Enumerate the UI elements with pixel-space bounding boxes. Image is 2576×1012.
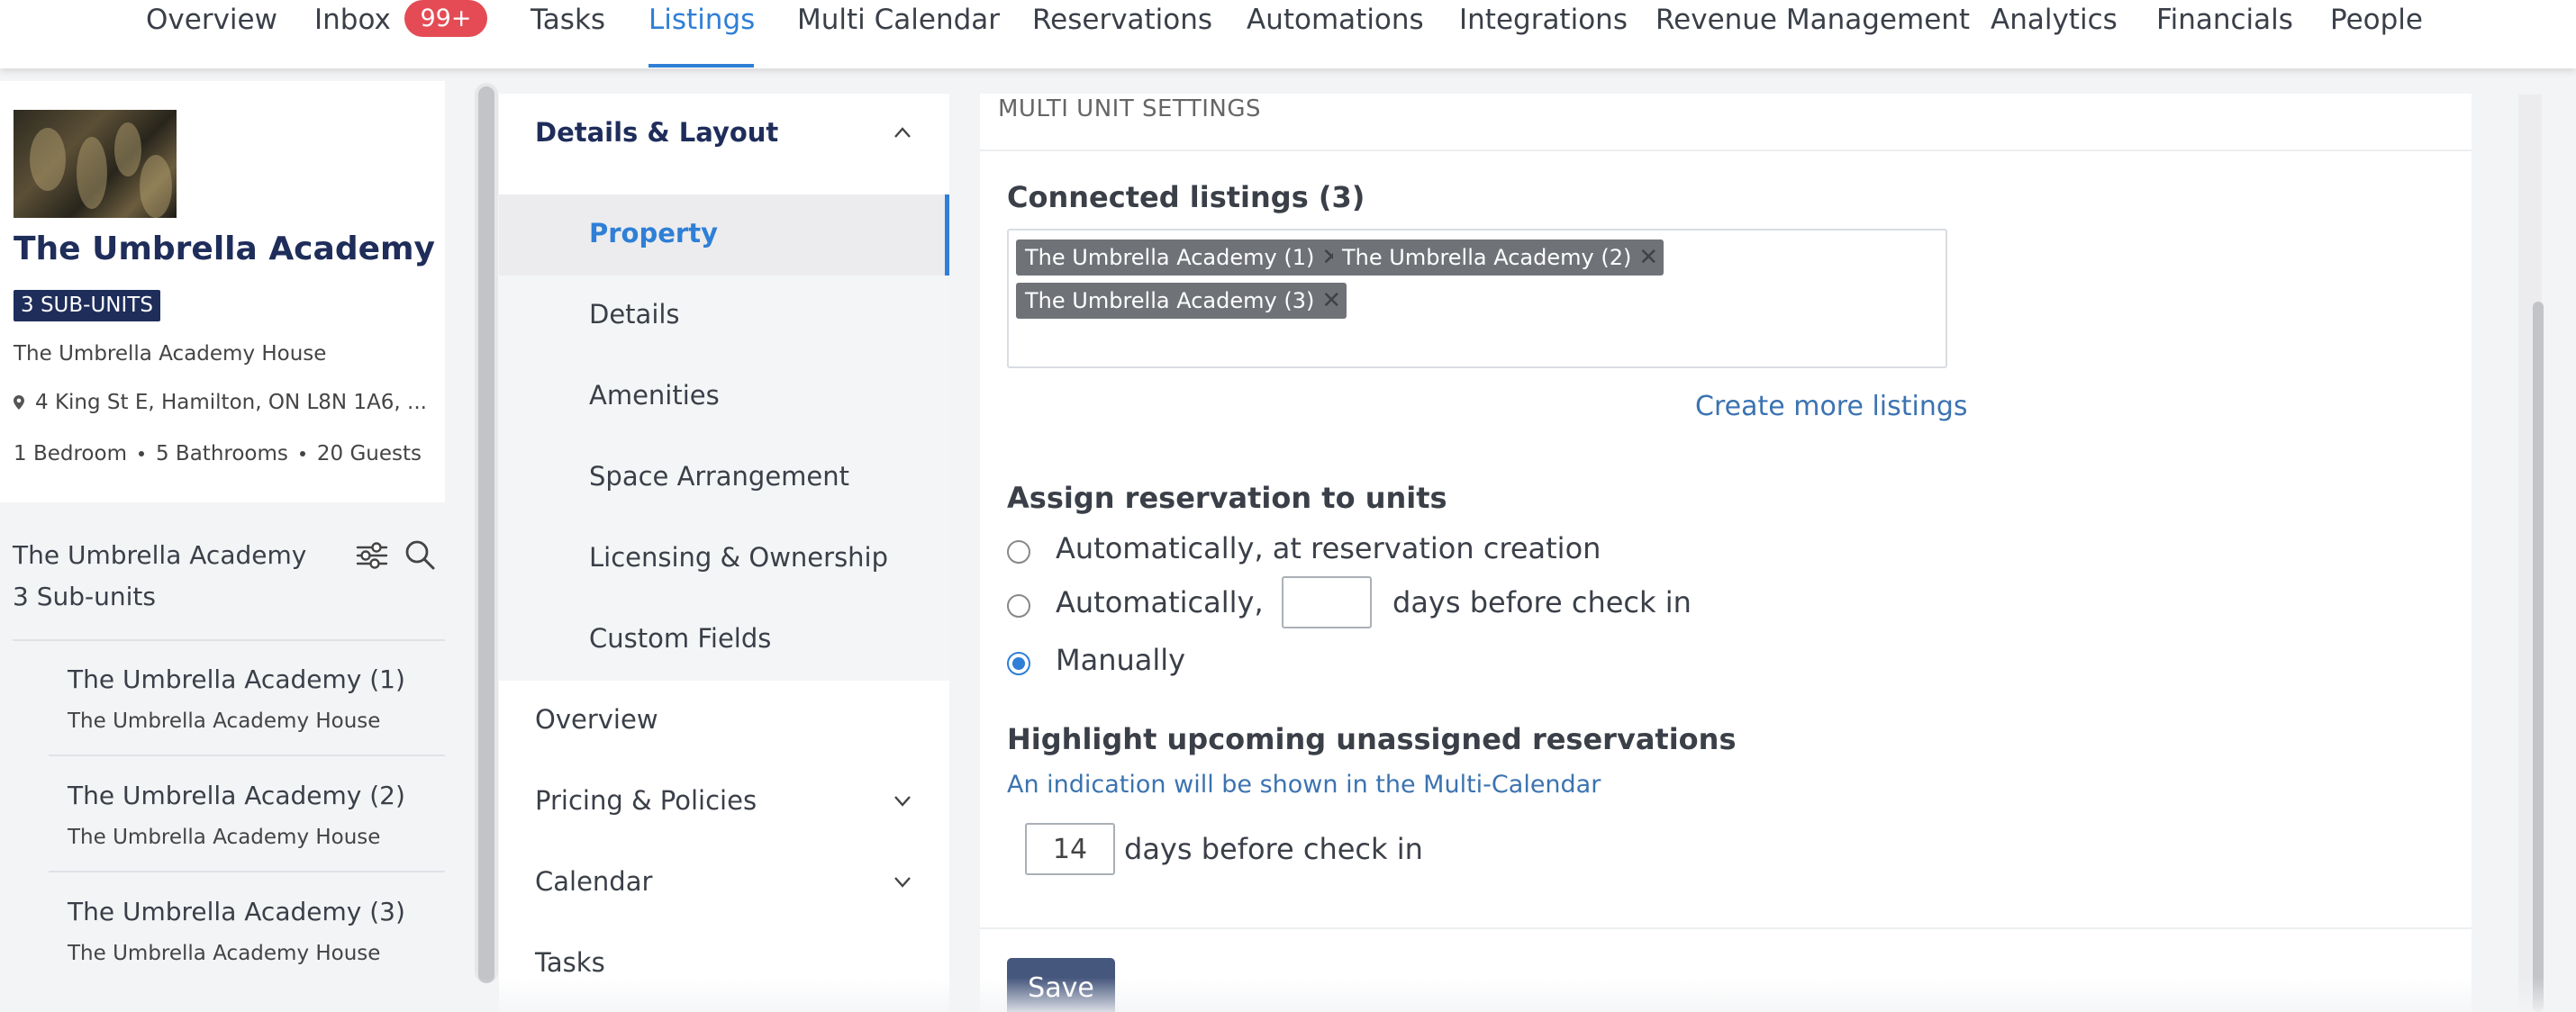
subunit-title: The Umbrella Academy (3) (68, 897, 405, 926)
settings-item-licensing-ownership[interactable]: Licensing & Ownership (499, 519, 949, 600)
radio-auto-creation[interactable] (1007, 540, 1030, 564)
listing-title: The Umbrella Academy (14, 230, 435, 267)
nav-tasks[interactable]: Tasks (531, 0, 605, 67)
settings-item-custom-fields[interactable]: Custom Fields (499, 600, 949, 681)
connected-listings-tag-input[interactable]: The Umbrella Academy (1) ✕ The Umbrella A… (1007, 229, 1947, 368)
connected-listings-heading: Connected listings (3) (1007, 180, 1365, 214)
chevron-down-icon (894, 796, 911, 807)
settings-item-property[interactable]: Property (499, 194, 949, 276)
remove-tag-icon[interactable]: ✕ (1638, 239, 1658, 276)
listing-tag: The Umbrella Academy (2) ✕ (1333, 239, 1664, 276)
highlight-days-input[interactable] (1025, 823, 1115, 875)
subunit-subtitle: The Umbrella Academy House (68, 942, 381, 965)
subunits-parent-name: The Umbrella Academy (13, 540, 307, 570)
settings-item-calendar[interactable]: Calendar (499, 843, 949, 924)
listing-tag: The Umbrella Academy (3) ✕ (1016, 283, 1347, 319)
listing-summary-card: The Umbrella Academy 3 SUB-UNITS The Umb… (0, 81, 445, 502)
listing-address: 4 King St E, Hamilton, ON L8N 1A6, ... (14, 391, 427, 414)
nav-automations[interactable]: Automations (1247, 0, 1424, 67)
subunit-item[interactable]: The Umbrella Academy (3) The Umbrella Ac… (49, 873, 445, 989)
chevron-up-icon (894, 127, 911, 138)
filter-sliders-icon[interactable] (356, 540, 388, 571)
nav-group-details-layout[interactable]: Details & Layout (499, 94, 949, 175)
highlight-heading: Highlight upcoming unassigned reservatio… (1007, 722, 1737, 756)
chevron-down-icon (894, 877, 911, 888)
settings-item-pricing-policies[interactable]: Pricing & Policies (499, 762, 949, 843)
settings-item-amenities[interactable]: Amenities (499, 357, 949, 438)
location-pin-icon (14, 395, 24, 410)
settings-item-overview[interactable]: Overview (499, 681, 949, 762)
subunits-header: The Umbrella Academy 3 Sub-units (0, 531, 445, 639)
section-title: MULTI UNIT SETTINGS (998, 95, 1261, 122)
top-navigation: Overview Inbox 99+ Tasks Listings Multi … (0, 0, 2576, 68)
active-item-indicator (945, 194, 949, 276)
radio-manual[interactable] (1007, 652, 1030, 675)
right-scrollbar-thumb[interactable] (2533, 302, 2544, 1012)
settings-item-details[interactable]: Details (499, 276, 949, 357)
listing-house-name: The Umbrella Academy House (14, 342, 327, 366)
listing-stats: 1 Bedroom 5 Bathrooms 20 Guests (14, 442, 422, 465)
listing-tag: The Umbrella Academy (1) ✕ (1016, 239, 1347, 276)
nav-listings[interactable]: Listings (649, 0, 755, 67)
subunits-count: 3 Sub-units (13, 582, 156, 611)
nav-group-label: Details & Layout (535, 117, 779, 148)
subunit-title: The Umbrella Academy (1) (68, 664, 405, 694)
nav-financials[interactable]: Financials (2156, 0, 2293, 67)
listing-thumbnail (14, 110, 177, 218)
nav-revenue-management[interactable]: Revenue Management (1655, 0, 1970, 67)
radio-auto-days[interactable] (1007, 594, 1030, 618)
left-scrollbar-thumb[interactable] (478, 86, 494, 983)
subunit-item[interactable]: The Umbrella Academy (2) The Umbrella Ac… (49, 757, 445, 872)
highlight-days-suffix: days before check in (1124, 832, 1423, 866)
bedrooms-count: 1 Bedroom (14, 442, 127, 465)
assign-reservation-heading: Assign reservation to units (1007, 481, 1447, 515)
nav-analytics[interactable]: Analytics (1991, 0, 2118, 67)
auto-days-input[interactable] (1282, 576, 1372, 628)
address-text: 4 King St E, Hamilton, ON L8N 1A6, ... (35, 391, 427, 414)
nav-integrations[interactable]: Integrations (1459, 0, 1628, 67)
create-more-listings-link[interactable]: Create more listings (1695, 391, 1968, 422)
multi-unit-settings-panel: MULTI UNIT SETTINGS Connected listings (… (980, 94, 2472, 1012)
settings-item-tasks[interactable]: Tasks (499, 924, 949, 1005)
nav-people[interactable]: People (2330, 0, 2423, 67)
subunit-item[interactable]: The Umbrella Academy (1) The Umbrella Ac… (49, 641, 445, 756)
inbox-count-badge: 99+ (404, 0, 487, 37)
settings-item-space-arrangement[interactable]: Space Arrangement (499, 438, 949, 519)
nav-active-indicator (649, 64, 754, 68)
bathrooms-count: 5 Bathrooms (155, 442, 288, 465)
highlight-hint: An indication will be shown in the Multi… (1007, 771, 1601, 799)
subunits-badge: 3 SUB-UNITS (14, 290, 160, 321)
settings-navigation: Details & Layout Property Details Amenit… (499, 94, 949, 1012)
search-icon[interactable] (404, 538, 436, 571)
subunit-title: The Umbrella Academy (2) (68, 781, 405, 810)
nav-multi-calendar[interactable]: Multi Calendar (797, 0, 1000, 67)
subunit-subtitle: The Umbrella Academy House (68, 826, 381, 849)
option-auto-days[interactable]: Automatically, days before check in (1007, 576, 1818, 630)
remove-tag-icon[interactable]: ✕ (1321, 283, 1341, 319)
nav-overview[interactable]: Overview (146, 0, 277, 67)
subunit-subtitle: The Umbrella Academy House (68, 709, 381, 733)
save-button[interactable]: Save (1007, 958, 1115, 1012)
nav-inbox[interactable]: Inbox (314, 0, 391, 67)
guests-count: 20 Guests (316, 442, 422, 465)
nav-reservations[interactable]: Reservations (1032, 0, 1212, 67)
